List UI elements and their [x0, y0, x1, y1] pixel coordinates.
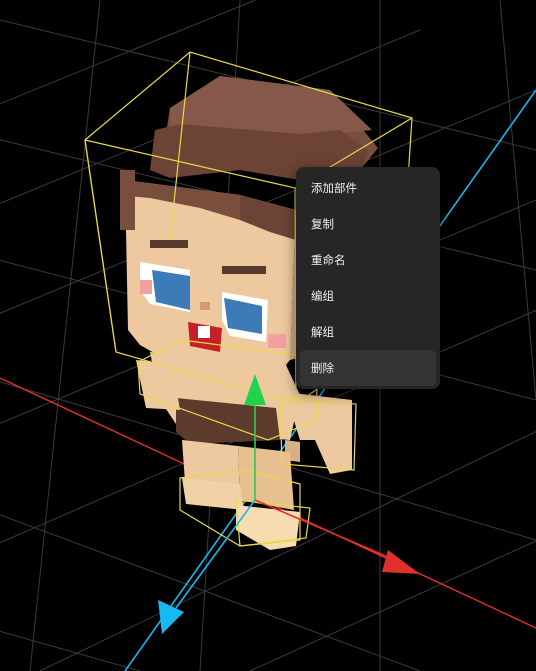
menu-item-add-part[interactable]: 添加部件 [300, 170, 436, 206]
menu-item-copy[interactable]: 复制 [300, 206, 436, 242]
menu-item-group[interactable]: 编组 [300, 278, 436, 314]
menu-item-delete[interactable]: 删除 [300, 350, 436, 386]
3d-viewport[interactable]: 添加部件 复制 重命名 编组 解组 删除 [0, 0, 536, 671]
x-axis-arrow [382, 550, 420, 574]
menu-item-ungroup[interactable]: 解组 [300, 314, 436, 350]
context-menu: 添加部件 复制 重命名 编组 解组 删除 [296, 167, 440, 389]
scene-canvas[interactable] [0, 0, 536, 671]
menu-item-rename[interactable]: 重命名 [300, 242, 436, 278]
